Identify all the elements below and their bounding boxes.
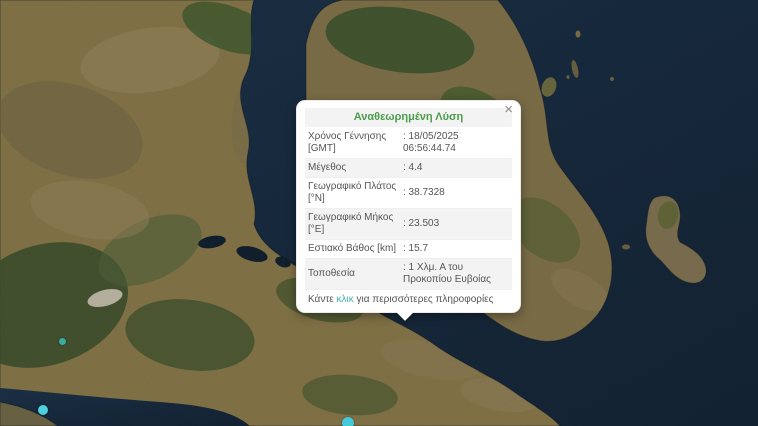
row-label: Τοποθεσία xyxy=(305,259,400,290)
earthquake-details-table: Χρόνος Γέννησης [GMT] : 18/05/2025 06:56… xyxy=(305,128,512,290)
row-value: : 1 Χλμ. Α του Προκοπίου Ευβοίας xyxy=(400,259,512,290)
row-value: : 15.7 xyxy=(400,240,512,259)
row-label: Εστιακό Βάθος [km] xyxy=(305,240,400,259)
row-label: Γεωγραφικό Μήκος [°E] xyxy=(305,209,400,240)
more-info-link[interactable]: κλικ xyxy=(337,294,354,305)
popup-close-icon[interactable]: × xyxy=(504,102,513,117)
footer-text-pre: Κάντε xyxy=(308,294,337,305)
popup-title: Αναθεωρημένη Λύση xyxy=(305,108,512,127)
map-view: × Αναθεωρημένη Λύση Χρόνος Γέννησης [GMT… xyxy=(0,0,758,426)
row-value: : 18/05/2025 06:56:44.74 xyxy=(400,128,512,159)
row-magnitude: Μέγεθος : 4.4 xyxy=(305,159,512,178)
row-label: Χρόνος Γέννησης [GMT] xyxy=(305,128,400,159)
row-latitude: Γεωγραφικό Πλάτος [°N] : 38.7328 xyxy=(305,178,512,209)
earthquake-marker-bottom[interactable] xyxy=(342,417,354,426)
earthquake-marker-inland[interactable] xyxy=(59,338,66,345)
row-label: Γεωγραφικό Πλάτος [°N] xyxy=(305,178,400,209)
row-value: : 38.7328 xyxy=(400,178,512,209)
row-depth: Εστιακό Βάθος [km] : 15.7 xyxy=(305,240,512,259)
row-value: : 4.4 xyxy=(400,159,512,178)
row-value: : 23.503 xyxy=(400,209,512,240)
row-location: Τοποθεσία : 1 Χλμ. Α του Προκοπίου Ευβοί… xyxy=(305,259,512,290)
footer-text-post: για περισσότερες πληροφορίες xyxy=(354,294,494,305)
row-longitude: Γεωγραφικό Μήκος [°E] : 23.503 xyxy=(305,209,512,240)
row-origin-time: Χρόνος Γέννησης [GMT] : 18/05/2025 06:56… xyxy=(305,128,512,159)
earthquake-marker-gulf[interactable] xyxy=(38,405,48,415)
row-label: Μέγεθος xyxy=(305,159,400,178)
earthquake-popup: × Αναθεωρημένη Λύση Χρόνος Γέννησης [GMT… xyxy=(296,100,521,313)
